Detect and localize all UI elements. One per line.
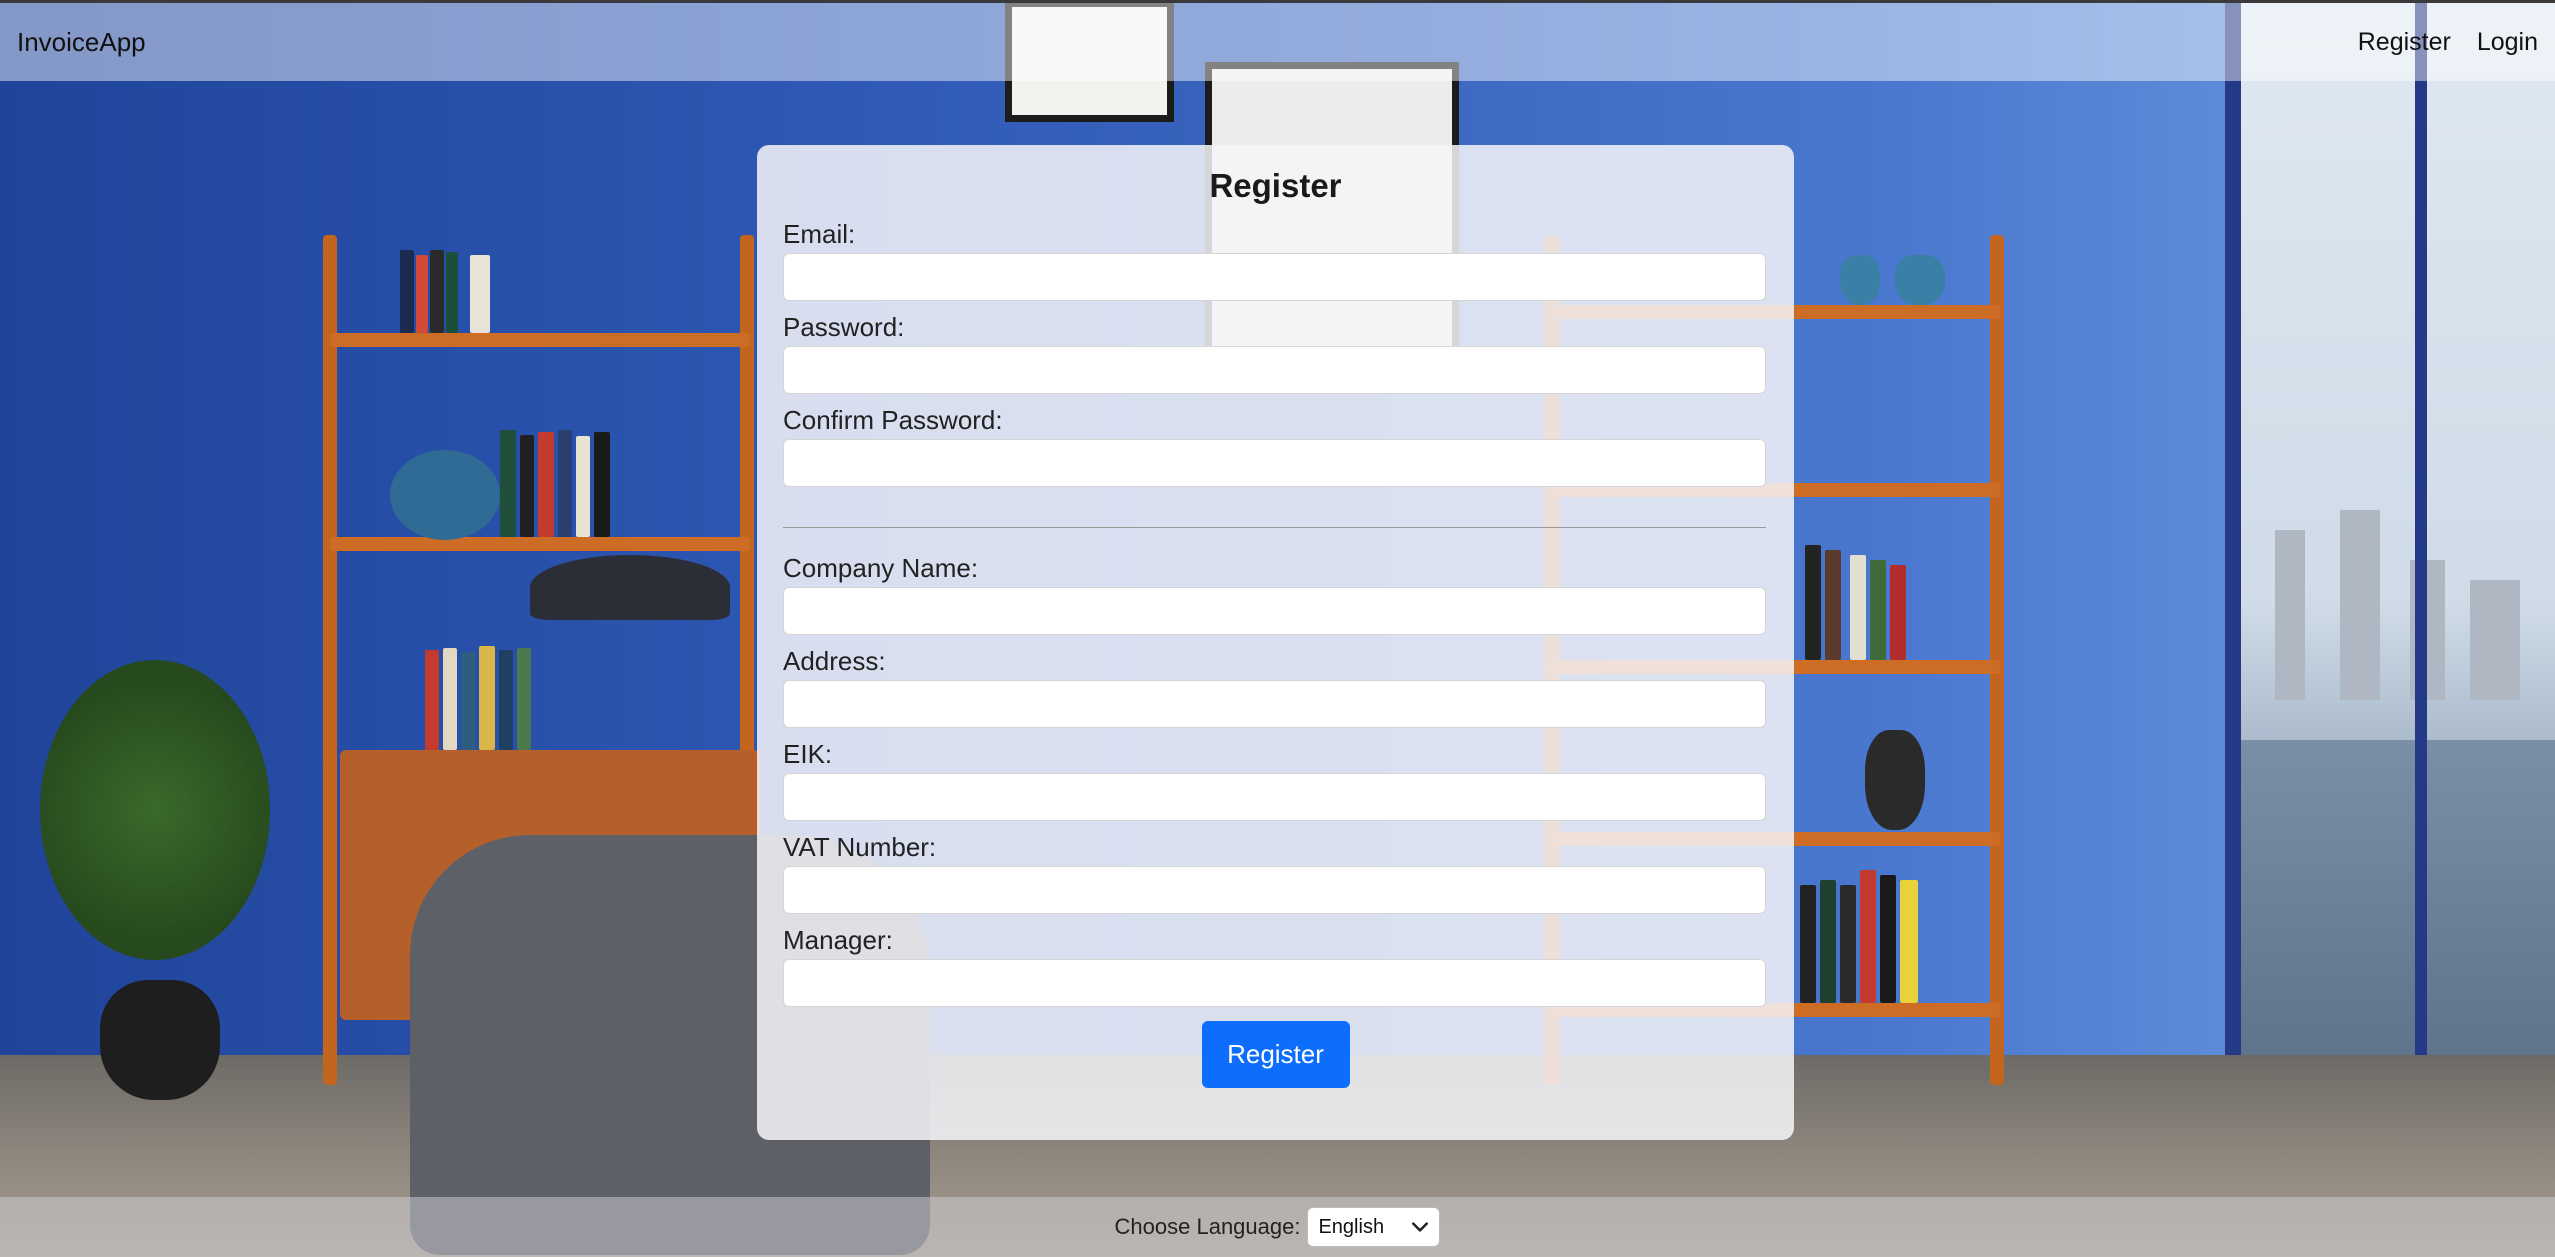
chevron-down-icon [1412,1222,1429,1232]
eik-field[interactable] [783,773,1766,821]
confirm-password-label: Confirm Password: [783,405,1003,435]
top-navbar: InvoiceApp Register Login [0,0,2555,81]
confirm-password-field[interactable] [783,439,1766,487]
nav-register-link[interactable]: Register [2358,28,2451,57]
language-selected-value: English [1318,1215,1385,1238]
register-submit-button[interactable]: Register [1201,1021,1350,1088]
company-name-field[interactable] [783,587,1766,635]
footer-bar: Choose Language: English [0,1197,2555,1257]
vat-number-field[interactable] [783,866,1766,914]
vat-number-label: VAT Number: [783,832,937,862]
password-label: Password: [783,312,905,342]
email-field[interactable] [783,253,1766,301]
company-name-label: Company Name: [783,553,979,583]
brand-logo-link[interactable]: InvoiceApp [17,27,146,58]
register-form-card: Register Email: Password: Confirm Passwo… [757,145,1794,1140]
form-title: Register [1209,167,1342,204]
email-label: Email: [783,219,856,249]
language-select[interactable]: English [1307,1207,1441,1247]
password-field[interactable] [783,346,1766,394]
address-label: Address: [783,646,886,676]
manager-label: Manager: [783,925,893,955]
submit-wrapper: Register [783,1021,1768,1088]
nav-login-link[interactable]: Login [2477,28,2538,57]
section-divider [783,527,1766,528]
eik-label: EIK: [783,739,833,769]
nav-links: Register Login [2358,28,2538,57]
language-label: Choose Language: [1114,1214,1301,1239]
address-field[interactable] [783,680,1766,728]
manager-field[interactable] [783,959,1766,1007]
